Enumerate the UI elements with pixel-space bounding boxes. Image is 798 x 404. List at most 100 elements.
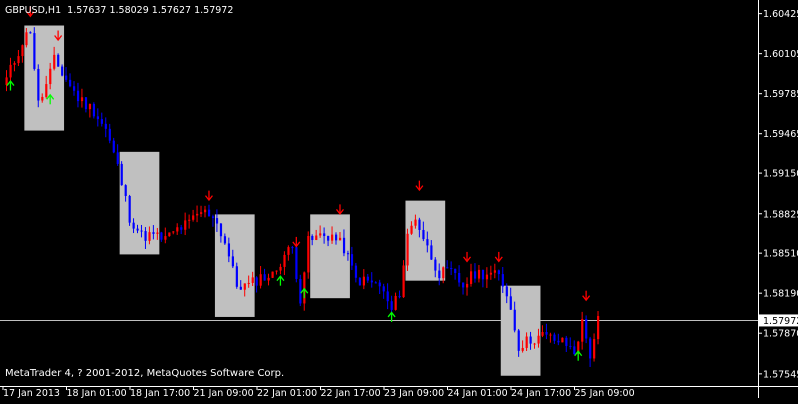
candle-body (215, 218, 219, 224)
candle-body (327, 236, 330, 241)
candle-body (382, 286, 385, 292)
current-price-label: 1.57972 (763, 316, 798, 327)
y-tick-label: 1.57870 (763, 329, 798, 340)
candle-body (513, 309, 516, 331)
x-tick-label: 24 Jan 01:00 (448, 388, 508, 399)
candle-body (418, 219, 421, 230)
candle-body (9, 64, 12, 78)
candle-body (473, 271, 477, 279)
candle-body (537, 335, 540, 344)
candle-body (140, 230, 143, 232)
candle-body (553, 334, 556, 341)
candle-body (136, 228, 139, 231)
candle-body (597, 316, 600, 340)
candle-body (84, 97, 88, 110)
candle-body (61, 66, 64, 76)
candle-body (517, 330, 520, 351)
candle-body (72, 86, 76, 91)
candle-body (414, 219, 417, 226)
candle-body (354, 265, 358, 278)
candle-body (394, 295, 397, 310)
y-tick-label: 1.59465 (763, 129, 798, 140)
candle-body (291, 247, 294, 249)
candle-body (307, 236, 310, 273)
candle-body (346, 253, 350, 255)
candle-body (593, 339, 596, 359)
candle-body (132, 222, 135, 229)
candle-body (227, 243, 231, 257)
candle-body (315, 235, 318, 241)
candle-body (33, 33, 36, 69)
candle-body (192, 215, 195, 220)
candle-body (295, 247, 298, 279)
candle-body (509, 296, 512, 310)
candle-body (251, 277, 254, 283)
candle-body (21, 45, 24, 57)
candle-body (152, 232, 155, 234)
candle-body (128, 195, 131, 223)
candle-body (243, 283, 246, 290)
ohlc-values: 1.57637 1.58029 1.57627 1.57972 (67, 5, 234, 16)
candle-body (299, 278, 302, 304)
x-tick-label: 23 Jan 09:00 (384, 388, 444, 399)
candle-body (49, 68, 52, 85)
candle-body (88, 103, 92, 110)
candle-body (442, 267, 445, 279)
candle-body (76, 90, 80, 102)
candle-body (501, 274, 504, 287)
candle-body (29, 32, 32, 34)
candle-body (358, 277, 362, 286)
candle-body (219, 223, 223, 237)
candle-body (168, 232, 171, 237)
candle-body (57, 54, 60, 67)
candle-body (533, 343, 536, 345)
zone-box (310, 214, 350, 299)
candle-body (362, 276, 365, 286)
candle-body (124, 185, 127, 196)
candle-body (311, 236, 314, 241)
candle-body (53, 54, 56, 69)
candle-body (211, 216, 215, 219)
candle-body (263, 274, 266, 281)
candle-body (529, 336, 532, 344)
price-chart[interactable]: 1.60425 1.60105 1.59785 1.59465 1.59150 1.588… (0, 0, 798, 400)
y-tick-label: 1.58825 (763, 209, 798, 220)
candle-body (398, 295, 401, 298)
candle-body (80, 97, 84, 102)
candle-body (116, 152, 119, 164)
candle-body (335, 234, 338, 241)
candle-body (319, 233, 322, 236)
candle-body (41, 96, 44, 101)
candle-body (65, 75, 68, 80)
candle-body (422, 229, 425, 240)
candle-body (255, 277, 258, 286)
candle-body (231, 256, 234, 267)
candle-body (557, 340, 560, 343)
candle-body (374, 282, 377, 284)
candle-body (271, 271, 274, 278)
candle-body (493, 270, 497, 273)
candle-body (287, 247, 290, 255)
x-tick-label: 22 Jan 01:00 (257, 388, 317, 399)
candle-body (370, 280, 373, 283)
candle-body (565, 337, 568, 346)
chart-svg[interactable]: 1.60425 1.60105 1.59785 1.59465 1.59150 1.588… (0, 0, 798, 400)
candle-body (96, 116, 100, 120)
candle-body (37, 68, 40, 101)
candle-body (176, 227, 179, 232)
candle-body (549, 334, 552, 336)
candle-body (342, 237, 346, 254)
x-tick-label: 24 Jan 17:00 (511, 388, 571, 399)
candle-body (390, 301, 393, 310)
candle-body (45, 84, 48, 97)
candle-body (434, 259, 437, 271)
candle-body (585, 319, 588, 339)
candle-body (144, 231, 147, 241)
candle-body (402, 265, 405, 298)
candle-body (569, 345, 572, 347)
candle-body (267, 277, 270, 281)
y-tick-label: 1.57545 (763, 369, 798, 380)
y-tick-label: 1.59150 (763, 169, 798, 180)
candle-body (184, 220, 187, 230)
candle-body (466, 283, 469, 288)
